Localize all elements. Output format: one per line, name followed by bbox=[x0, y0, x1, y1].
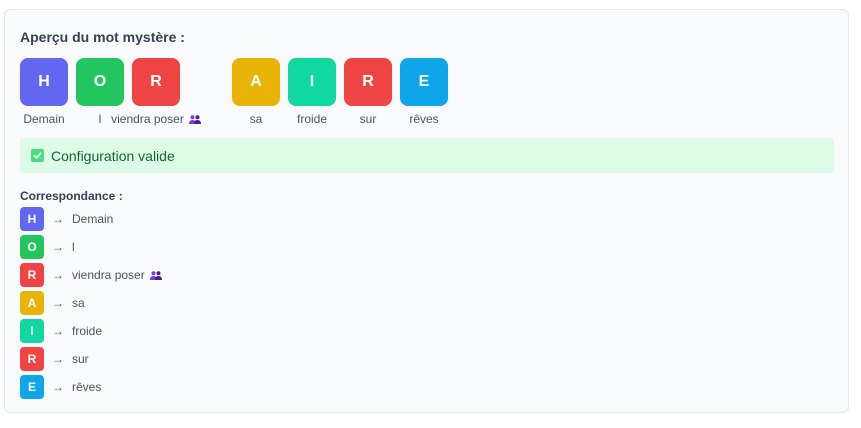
tile-word-label: l bbox=[99, 112, 102, 126]
mapping-word: sa bbox=[72, 296, 85, 310]
mapping-word: sur bbox=[72, 352, 89, 366]
status-alert: Configuration valide bbox=[20, 138, 834, 173]
letter-tile-column: Rviendra poser bbox=[108, 58, 204, 126]
check-icon bbox=[31, 149, 44, 162]
arrow-icon: → bbox=[52, 352, 64, 366]
arrow-icon: → bbox=[52, 240, 64, 254]
mapping-row: R → viendra poser bbox=[20, 263, 162, 287]
group-icon bbox=[188, 114, 201, 124]
letter-tile-column: Erêves bbox=[376, 58, 472, 126]
mapping-row: I → froide bbox=[20, 319, 102, 343]
letter-badge: E bbox=[20, 375, 44, 399]
mapping-title: Correspondance : bbox=[20, 189, 123, 203]
mapping-row: O → l bbox=[20, 235, 75, 259]
letter-badge: I bbox=[20, 319, 44, 343]
tile-word: rêves bbox=[409, 112, 439, 126]
letter-badge: R bbox=[20, 263, 44, 287]
tile-word: viendra poser bbox=[111, 112, 184, 126]
letter-tiles: H Demain Ol Rviendra poser Asa Ifroide Rsur Erê… bbox=[20, 58, 840, 138]
letter-badge: H bbox=[20, 207, 44, 231]
tile-word-label: viendra poser bbox=[111, 112, 201, 126]
tile-word-label: sa bbox=[250, 112, 263, 126]
arrow-icon: → bbox=[52, 380, 64, 394]
letter-badge: O bbox=[20, 235, 44, 259]
mapping-row: H → Demain bbox=[20, 207, 113, 231]
arrow-icon: → bbox=[52, 324, 64, 338]
arrow-icon: → bbox=[52, 296, 64, 310]
tile-word-label: sur bbox=[360, 112, 377, 126]
status-text: Configuration valide bbox=[51, 147, 175, 164]
mapping-word: froide bbox=[72, 324, 103, 338]
letter-tile: E bbox=[400, 58, 448, 106]
letter-badge: A bbox=[20, 291, 44, 315]
letter-badge: R bbox=[20, 347, 44, 371]
mapping-row: R → sur bbox=[20, 347, 89, 371]
arrow-icon: → bbox=[52, 212, 64, 226]
group-icon bbox=[149, 270, 162, 280]
mapping-word: Demain bbox=[72, 212, 114, 226]
tile-word-label: rêves bbox=[409, 112, 438, 126]
letter-tile: R bbox=[132, 58, 180, 106]
tile-word: sur bbox=[359, 112, 377, 126]
mystery-word-panel: Aperçu du mot mystère : H Demain Ol Rviendr… bbox=[4, 9, 849, 413]
mapping-word: viendra poser bbox=[72, 268, 162, 282]
mapping-word: l bbox=[72, 240, 75, 254]
tile-word: sa bbox=[249, 112, 263, 126]
mapping-row: A → sa bbox=[20, 291, 85, 315]
tile-word: l bbox=[98, 112, 102, 126]
mapping-word: rêves bbox=[72, 380, 102, 394]
preview-title: Aperçu du mot mystère : bbox=[20, 29, 185, 45]
arrow-icon: → bbox=[52, 268, 64, 282]
mapping-row: E → rêves bbox=[20, 375, 101, 399]
